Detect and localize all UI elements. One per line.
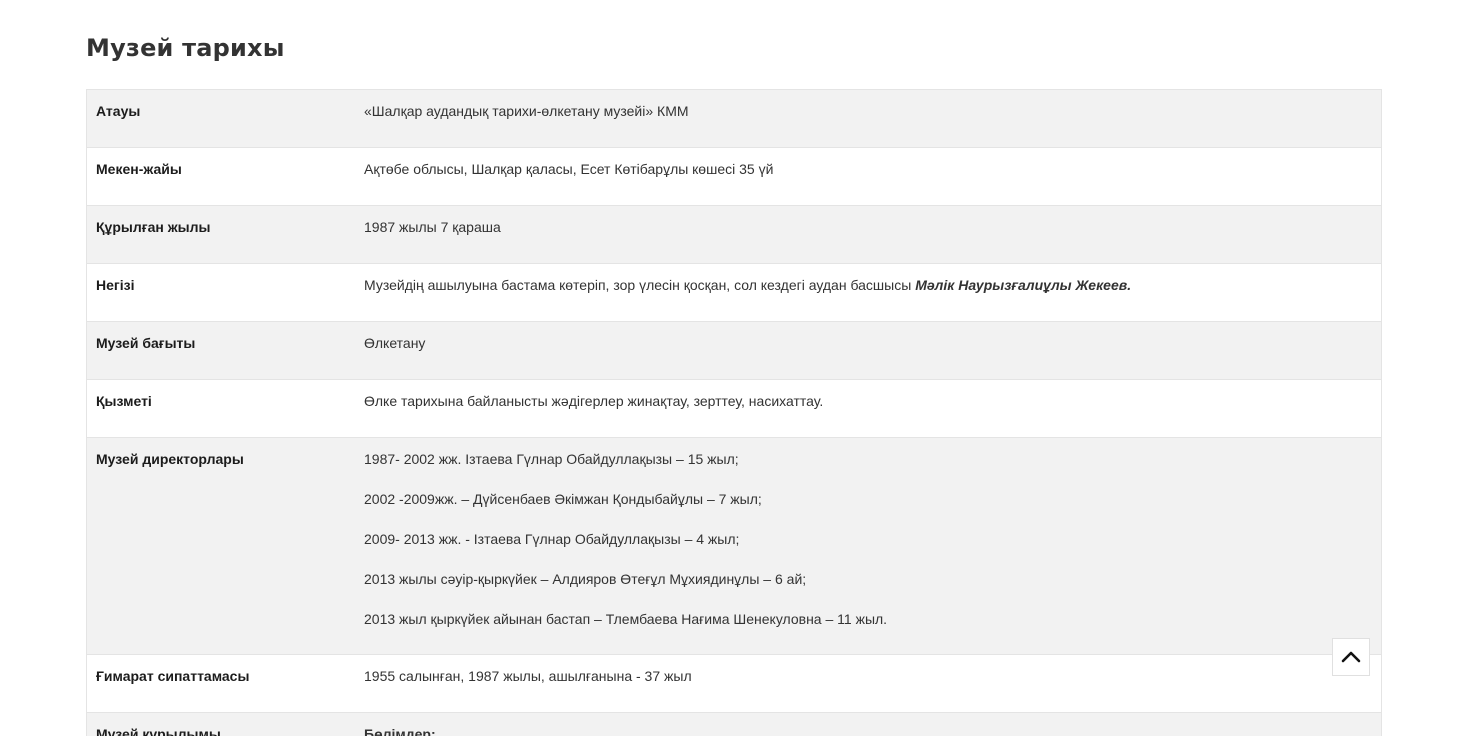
scroll-to-top-button[interactable]	[1332, 638, 1370, 676]
table-row: Музей бағыты Өлкетану	[86, 321, 1382, 380]
row-key-structure: Музей құрылымы	[86, 712, 356, 736]
departments-label: Бөлімдер:	[364, 726, 436, 736]
director-line: 2009- 2013 жж. - Ізтаева Гүлнар Обайдулл…	[364, 531, 740, 547]
page: Музей тарихы Атауы «Шалқар аудандық тари…	[0, 0, 1466, 736]
row-value-structure: Бөлімдер:	[356, 712, 1382, 736]
table-row: Атауы «Шалқар аудандық тарихи-өлкетану м…	[86, 89, 1382, 148]
row-key-directors: Музей директорлары	[86, 437, 356, 655]
director-line: 2013 жылы сәуір-қыркүйек – Алдияров Өтеғ…	[364, 571, 807, 587]
row-key-basis: Негізі	[86, 263, 356, 322]
table-row: Музей директорлары 1987- 2002 жж. Ізтаев…	[86, 437, 1382, 655]
table-row: Музей құрылымы Бөлімдер:	[86, 712, 1382, 736]
row-key-address: Мекен-жайы	[86, 147, 356, 206]
row-value-address: Ақтөбе облысы, Шалқар қаласы, Есет Көтіб…	[356, 147, 1382, 206]
basis-text: Музейдің ашылуына бастама көтеріп, зор ү…	[364, 277, 916, 293]
row-value-direction: Өлкетану	[356, 321, 1382, 380]
row-value-founded: 1987 жылы 7 қараша	[356, 205, 1382, 264]
row-key-direction: Музей бағыты	[86, 321, 356, 380]
table-row: Құрылған жылы 1987 жылы 7 қараша	[86, 205, 1382, 264]
table-row: Ғимарат сипаттамасы 1955 салынған, 1987 …	[86, 654, 1382, 713]
founder-name: Мәлік Наурызғалиұлы Жекеев.	[915, 277, 1132, 293]
row-key-building: Ғимарат сипаттамасы	[86, 654, 356, 713]
museum-info-table: Атауы «Шалқар аудандық тарихи-өлкетану м…	[86, 89, 1382, 736]
table-row: Негізі Музейдің ашылуына бастама көтеріп…	[86, 263, 1382, 322]
director-line: 1987- 2002 жж. Ізтаева Гүлнар Обайдуллақ…	[364, 451, 739, 467]
director-line: 2013 жыл қыркүйек айынан бастап – Тлемба…	[364, 611, 888, 627]
chevron-up-icon	[1340, 650, 1362, 664]
directors-list: 1987- 2002 жж. Ізтаева Гүлнар Обайдуллақ…	[364, 451, 1381, 654]
row-value-building: 1955 салынған, 1987 жылы, ашылғанына - 3…	[356, 654, 1382, 713]
row-value-directors: 1987- 2002 жж. Ізтаева Гүлнар Обайдуллақ…	[356, 437, 1382, 655]
page-title: Музей тарихы	[86, 34, 285, 62]
row-key-activity: Қызметі	[86, 379, 356, 438]
director-line: 2002 -2009жж. – Дүйсенбаев Әкімжан Қонды…	[364, 491, 762, 507]
table-row: Мекен-жайы Ақтөбе облысы, Шалқар қаласы,…	[86, 147, 1382, 206]
row-key-founded: Құрылған жылы	[86, 205, 356, 264]
row-value-name: «Шалқар аудандық тарихи-өлкетану музейі»…	[356, 89, 1382, 148]
row-value-basis: Музейдің ашылуына бастама көтеріп, зор ү…	[356, 263, 1382, 322]
row-value-activity: Өлке тарихына байланысты жәдігерлер жина…	[356, 379, 1382, 438]
table-row: Қызметі Өлке тарихына байланысты жәдігер…	[86, 379, 1382, 438]
row-key-name: Атауы	[86, 89, 356, 148]
